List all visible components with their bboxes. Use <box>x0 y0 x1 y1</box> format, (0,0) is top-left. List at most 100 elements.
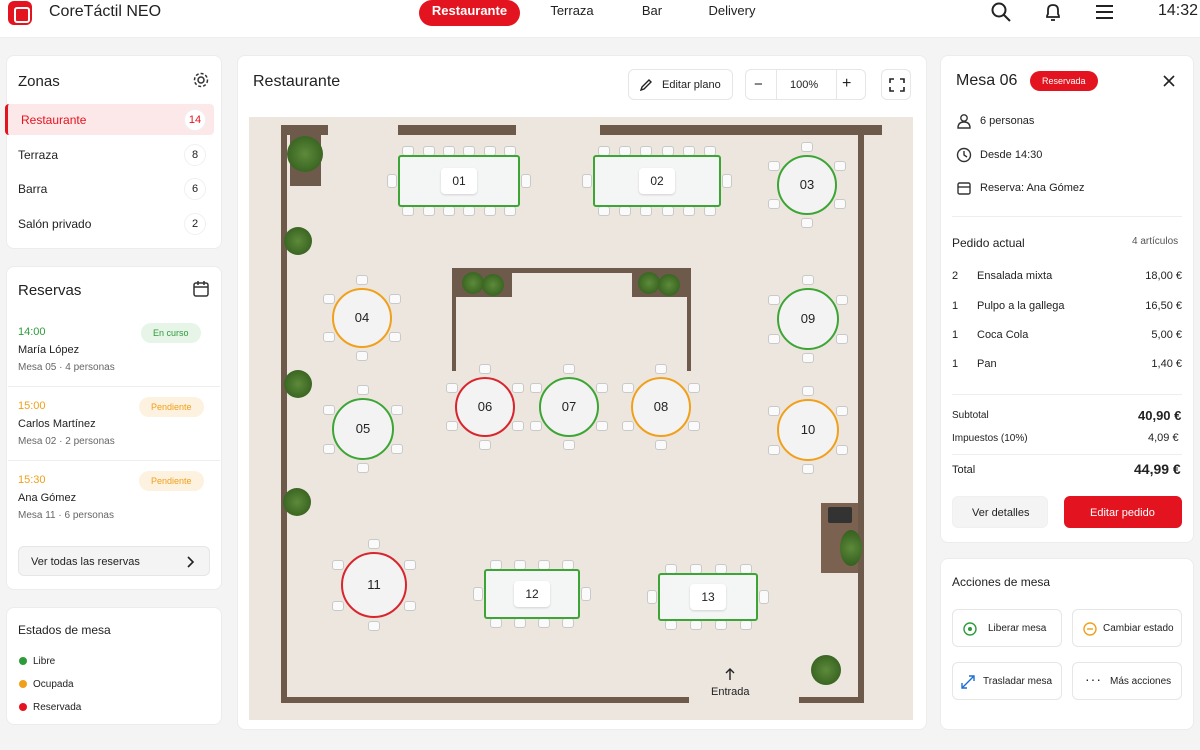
bell-icon[interactable] <box>1042 1 1064 23</box>
chair <box>323 404 336 415</box>
status-badge: Pendiente <box>139 471 204 491</box>
tab-bar[interactable]: Bar <box>630 0 674 26</box>
app-logo-icon <box>8 1 32 25</box>
plant-icon <box>482 274 504 296</box>
wall <box>687 268 691 371</box>
chair <box>356 275 368 285</box>
zone-item-terraza[interactable]: Terraza 8 <box>5 139 214 170</box>
more-actions-button[interactable]: ··· Más acciones <box>1072 662 1182 700</box>
edit-plan-button[interactable]: Editar plano <box>628 69 733 100</box>
legend-dot-reserved <box>19 703 27 711</box>
legend-label: Reservada <box>33 702 82 713</box>
search-icon[interactable] <box>990 1 1012 23</box>
fullscreen-button[interactable] <box>881 69 911 100</box>
chair <box>622 383 635 393</box>
calendar-icon[interactable] <box>192 280 210 298</box>
table-label: 04 <box>354 310 370 325</box>
chair <box>722 174 732 188</box>
total-label: Total <box>952 464 976 476</box>
chair <box>683 206 695 216</box>
chair <box>582 174 592 188</box>
person-icon <box>957 114 971 129</box>
chair <box>768 161 781 171</box>
calendar-icon <box>957 182 971 195</box>
chair <box>332 559 345 570</box>
zoom-control: − 100% + <box>745 69 866 100</box>
action-label: Cambiar estado <box>1103 623 1174 634</box>
free-table-button[interactable]: Liberar mesa <box>952 609 1062 647</box>
clock: 14:32 <box>1158 2 1199 19</box>
tax-value: 4,09 € <box>1148 432 1179 444</box>
tab-restaurante[interactable]: Restaurante <box>419 0 520 26</box>
chair <box>368 539 380 549</box>
chair <box>595 383 608 393</box>
status-badge: Pendiente <box>139 397 204 417</box>
chair <box>768 294 781 305</box>
chair <box>368 621 380 631</box>
zoom-out-button[interactable]: − <box>754 76 763 93</box>
chair <box>597 206 610 216</box>
change-status-button[interactable]: Cambiar estado <box>1072 609 1182 647</box>
close-icon[interactable] <box>1163 75 1175 87</box>
chair <box>388 332 401 342</box>
entrance-label: Entrada <box>711 686 750 698</box>
zone-count: 2 <box>184 213 206 235</box>
move-table-button[interactable]: Trasladar mesa <box>952 662 1062 700</box>
chair <box>521 174 531 188</box>
chair <box>323 443 336 454</box>
reservation-name: Ana Gómez <box>18 492 77 504</box>
gear-icon[interactable] <box>192 71 210 89</box>
chair <box>655 440 667 450</box>
table-label: 10 <box>800 422 816 437</box>
tab-terraza[interactable]: Terraza <box>540 0 604 26</box>
target-icon <box>963 622 977 636</box>
view-all-reservations-button[interactable]: Ver todas las reservas <box>18 546 210 576</box>
chair <box>739 620 752 630</box>
legend-label: Ocupada <box>33 679 74 690</box>
zone-item-salon-privado[interactable]: Salón privado 2 <box>5 208 214 239</box>
table-label: 05 <box>355 421 371 436</box>
wall <box>281 125 287 703</box>
zone-label: Terraza <box>18 148 59 162</box>
view-details-button[interactable]: Ver detalles <box>952 496 1048 528</box>
zone-item-barra[interactable]: Barra 6 <box>5 173 214 204</box>
chair <box>835 294 848 305</box>
app-title: CoreTáctil NEO <box>49 3 162 20</box>
wall <box>858 125 864 703</box>
chair <box>403 600 416 611</box>
edit-order-button[interactable]: Editar pedido <box>1064 496 1182 528</box>
order-name: Coca Cola <box>977 329 1029 341</box>
chair <box>562 618 574 628</box>
zoom-in-button[interactable]: + <box>842 75 851 93</box>
chair <box>640 206 653 216</box>
chair <box>387 174 397 188</box>
subtotal-value: 40,90 € <box>1138 408 1182 423</box>
order-name: Pulpo a la gallega <box>977 300 1065 312</box>
tab-delivery[interactable]: Delivery <box>700 0 764 26</box>
menu-icon[interactable] <box>1094 1 1116 23</box>
plant-icon <box>284 370 312 398</box>
order-qty: 1 <box>952 329 959 341</box>
legend-dot-free <box>19 657 27 665</box>
chair <box>356 351 368 361</box>
chair <box>390 404 403 415</box>
reservation-detail: Mesa 11 · 6 personas <box>18 510 114 521</box>
order-qty: 2 <box>952 270 959 282</box>
chair <box>768 405 781 416</box>
table-label: 06 <box>477 399 493 414</box>
chair <box>473 587 483 601</box>
order-price: 1,40 € <box>1151 358 1182 370</box>
action-label: Trasladar mesa <box>983 676 1053 687</box>
total-value: 44,99 € <box>1134 461 1181 477</box>
status-badge: Reservada <box>1030 71 1098 91</box>
order-count: 4 artículos <box>1132 236 1179 247</box>
chair <box>687 383 700 393</box>
zone-item-restaurante[interactable]: Restaurante 14 <box>5 104 214 135</box>
chair <box>530 421 543 431</box>
chair <box>538 618 550 628</box>
chair <box>835 333 848 344</box>
status-badge: En curso <box>141 323 201 343</box>
chair <box>714 620 727 630</box>
zone-count: 8 <box>184 144 206 166</box>
table-label: 07 <box>561 399 577 414</box>
